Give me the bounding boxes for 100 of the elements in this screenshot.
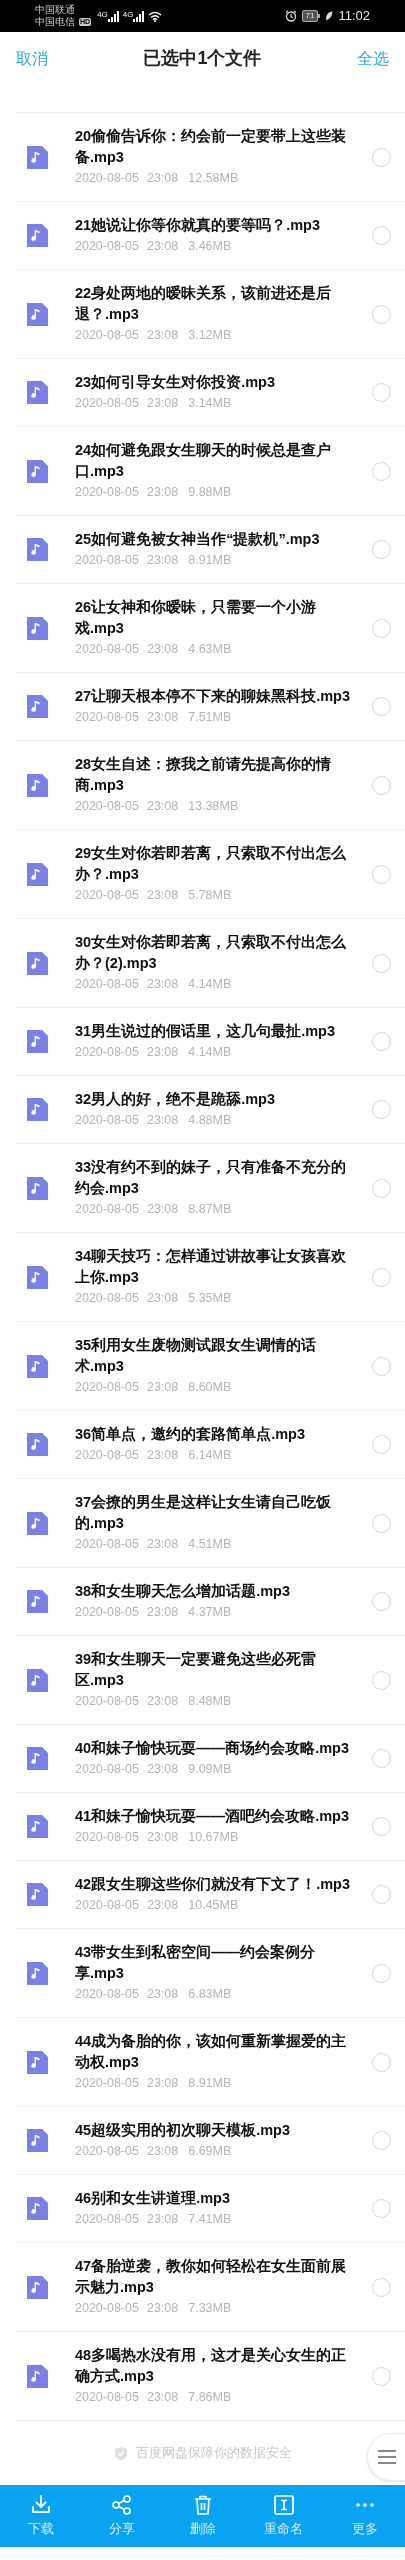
file-date: 2020-08-05 [75, 1447, 139, 1464]
file-row[interactable]: 35利用女生废物测试跟女生调情的话术.mp3 2020-08-05 23:08 8.60MB [16, 1322, 405, 1411]
file-size: 5.35MB [188, 1290, 232, 1307]
file-row[interactable]: 27让聊天根本停不下来的聊妹黑科技.mp3 2020-08-05 23:08 7.51MB [16, 673, 405, 741]
file-row[interactable]: 32男人的好，绝不是跪舔.mp3 2020-08-05 23:08 4.88MB [16, 1076, 405, 1144]
file-name: 42跟女生聊这些你们就没有下文了！.mp3 [75, 1875, 351, 1894]
file-date: 2020-08-05 [75, 641, 139, 658]
audio-file-icon [27, 1433, 48, 1456]
audio-file-icon [27, 1961, 48, 1985]
file-time: 23:08 [146, 1201, 179, 1218]
file-size: 6.69MB [188, 2143, 232, 2160]
file-size: 10.67MB [188, 1829, 239, 1846]
file-row[interactable]: 20偷偷告诉你：约会前一定要带上这些装备.mp3 2020-08-05 23:08 12.58MB [16, 113, 405, 202]
screen-title: 已选中1个文件 [143, 47, 262, 70]
file-row[interactable]: 33没有约不到的妹子，只有准备不充分的约会.mp3 2020-08-05 23:08 8.87MB [16, 1144, 405, 1233]
leaf-icon [325, 11, 334, 21]
file-row[interactable]: 24如何避免跟女生聊天的时候总是查户口.mp3 2020-08-05 23:08 9.88MB [16, 427, 405, 516]
audio-file-icon [27, 1030, 48, 1053]
file-time: 23:08 [146, 976, 179, 993]
audio-file-icon [27, 1265, 48, 1289]
file-time: 23:08 [146, 2143, 179, 2160]
clock: 11:02 [338, 7, 370, 26]
file-time: 23:08 [146, 2075, 179, 2092]
file-row[interactable]: 48多喝热水没有用，这才是关心女生的正确方式.mp3 2020-08-05 23:08 7.86MB [16, 2332, 405, 2421]
file-row[interactable]: 28女生自述：撩我之前请先提高你的情商.mp3 2020-08-05 23:08 13.38MB [16, 741, 405, 830]
file-date: 2020-08-05 [75, 327, 139, 344]
file-name: 48多喝热水没有用，这才是关心女生的正确方式.mp3 [75, 2346, 348, 2386]
file-date: 2020-08-05 [75, 1604, 139, 1621]
alarm-icon [284, 10, 297, 22]
file-date: 2020-08-05 [75, 552, 139, 569]
file-size: 4.51MB [188, 1536, 232, 1553]
file-row[interactable]: 39和女生聊天一定要避免这些必死雷区.mp3 2020-08-05 23:08 8.48MB [16, 1636, 405, 1725]
file-row[interactable]: 43带女生到私密空间——约会案例分享.mp3 2020-08-05 23:08 6.83MB [16, 1929, 405, 2018]
file-size: 4.88MB [188, 1112, 232, 1129]
file-row[interactable]: 36简单点，邀约的套路简单点.mp3 2020-08-05 23:08 6.14MB [16, 1411, 405, 1479]
audio-file-icon [27, 695, 48, 718]
file-date: 2020-08-05 [75, 1986, 139, 2003]
audio-file-icon [27, 145, 48, 169]
carrier-name: 中国电信 [35, 16, 75, 28]
audio-file-icon [27, 1883, 48, 1906]
file-name: 37会撩的男生是这样让女生请自己吃饭的.mp3 [75, 1493, 333, 1533]
audio-file-icon [27, 862, 48, 886]
file-time: 23:08 [146, 170, 179, 187]
file-date: 2020-08-05 [75, 1290, 139, 1307]
file-time: 23:08 [146, 709, 179, 726]
file-size: 9.09MB [188, 1761, 232, 1778]
file-time: 23:08 [146, 2389, 179, 2406]
file-time: 23:08 [146, 395, 179, 412]
file-row[interactable]: 26让女神和你暧昧，只需要一个小游戏.mp3 2020-08-05 23:08 4.63MB [16, 584, 405, 673]
file-time: 23:08 [146, 1604, 179, 1621]
file-row[interactable]: 38和女生聊天怎么增加话题.mp3 2020-08-05 23:08 4.37MB [16, 1568, 405, 1636]
menu-button[interactable] [367, 2433, 405, 2481]
file-row[interactable]: 44成为备胎的你，该如何重新掌握爱的主动权.mp3 2020-08-05 23:08 8.91MB [16, 2018, 405, 2107]
audio-file-icon [27, 2275, 48, 2299]
file-date: 2020-08-05 [75, 1829, 139, 1846]
audio-file-icon [27, 2364, 48, 2388]
file-name: 35利用女生废物测试跟女生调情的话术.mp3 [75, 1336, 318, 1376]
more-icon [355, 2502, 374, 2507]
file-row[interactable]: 22身处两地的暧昧关系，该前进还是后退？.mp3 2020-08-05 23:08 3.12MB [16, 270, 405, 359]
file-date: 2020-08-05 [75, 887, 139, 904]
file-row[interactable]: 34聊天技巧：怎样通过讲故事让女孩喜欢上你.mp3 2020-08-05 23:08 5.35MB [16, 1233, 405, 1322]
file-date: 2020-08-05 [75, 238, 139, 255]
file-date: 2020-08-05 [75, 1536, 139, 1553]
file-name: 25如何避免被女神当作“提款机”.mp3 [75, 530, 321, 549]
file-time: 23:08 [146, 1044, 179, 1061]
file-time: 23:08 [146, 1693, 179, 1710]
file-row[interactable]: 21她说让你等你就真的要等吗？.mp3 2020-08-05 23:08 3.46MB [16, 202, 405, 270]
file-row[interactable]: 41和妹子愉快玩耍——酒吧约会攻略.mp3 2020-08-05 23:08 10.67MB [16, 1793, 405, 1861]
file-row[interactable]: 46别和女生讲道理.mp3 2020-08-05 23:08 7.41MB [16, 2175, 405, 2243]
file-row[interactable]: 42跟女生聊这些你们就没有下文了！.mp3 2020-08-05 23:08 10.45MB [16, 1861, 405, 1929]
file-size: 4.14MB [188, 1044, 232, 1061]
file-size: 3.46MB [188, 238, 232, 255]
file-size: 4.37MB [188, 1604, 232, 1621]
file-row[interactable]: 29女生对你若即若离，只索取不付出怎么办？.mp3 2020-08-05 23:08 5.78MB [16, 830, 405, 919]
file-row[interactable]: 30女生对你若即若离，只索取不付出怎么办？(2).mp3 2020-08-05 23:08 4.14MB [16, 919, 405, 1008]
file-name: 44成为备胎的你，该如何重新掌握爱的主动权.mp3 [75, 2032, 348, 2072]
audio-file-icon [27, 616, 48, 640]
file-date: 2020-08-05 [75, 2075, 139, 2092]
file-size: 8.91MB [188, 552, 232, 569]
file-row[interactable]: 40和妹子愉快玩耍——商场约会攻略.mp3 2020-08-05 23:08 9.09MB [16, 1725, 405, 1793]
file-row[interactable]: 23如何引导女生对你投资.mp3 2020-08-05 23:08 3.14MB [16, 359, 405, 427]
file-size: 7.51MB [188, 709, 232, 726]
audio-file-icon [27, 1176, 48, 1200]
file-row[interactable]: 37会撩的男生是这样让女生请自己吃饭的.mp3 2020-08-05 23:08 4.51MB [16, 1479, 405, 1568]
file-name: 32男人的好，绝不是跪舔.mp3 [75, 1090, 276, 1109]
file-size: 6.14MB [188, 1447, 232, 1464]
file-row[interactable]: 47备胎逆袭，教你如何轻松在女生面前展示魅力.mp3 2020-08-05 23:08 7.33MB [16, 2243, 405, 2332]
file-size: 9.88MB [188, 484, 232, 501]
battery-level: 71 [301, 10, 319, 22]
audio-file-icon [27, 951, 48, 975]
audio-file-icon [27, 2050, 48, 2074]
file-name: 43带女生到私密空间——约会案例分享.mp3 [75, 1943, 317, 1983]
file-date: 2020-08-05 [75, 484, 139, 501]
file-row[interactable]: 45超级实用的初次聊天模板.mp3 2020-08-05 23:08 6.69MB [16, 2107, 405, 2175]
file-row[interactable]: 31男生说过的假话里，这几句最扯.mp3 2020-08-05 23:08 4.14MB [16, 1008, 405, 1076]
file-row[interactable]: 25如何避免被女神当作“提款机”.mp3 2020-08-05 23:08 8.91MB [16, 516, 405, 584]
file-time: 23:08 [146, 641, 179, 658]
audio-file-icon [27, 1098, 48, 1121]
file-time: 23:08 [146, 1897, 179, 1914]
file-time: 23:08 [146, 238, 179, 255]
